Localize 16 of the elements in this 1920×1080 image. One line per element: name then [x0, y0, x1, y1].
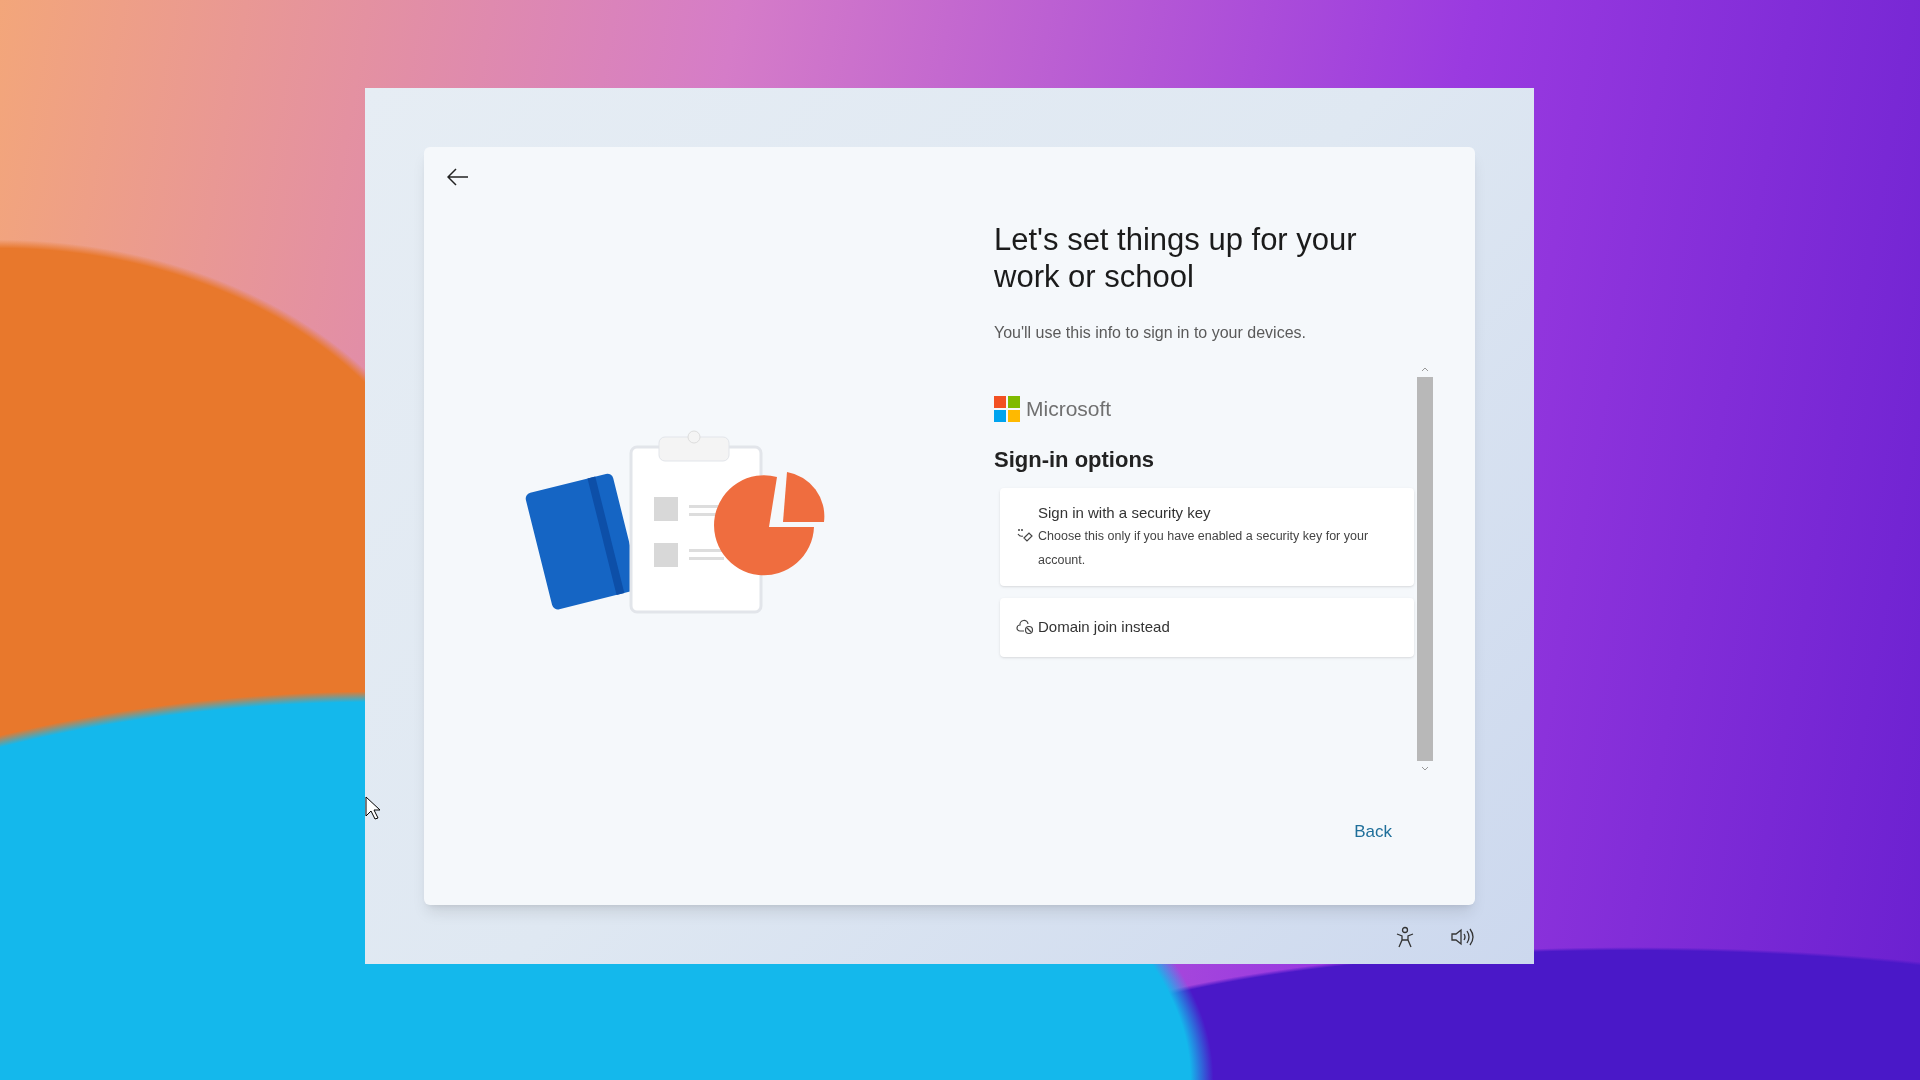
- accessibility-icon[interactable]: [1394, 926, 1416, 948]
- cloud-icon: [1016, 619, 1034, 636]
- option-title: Domain join instead: [1038, 617, 1170, 637]
- mouse-cursor-icon: [365, 796, 381, 820]
- sign-in-option[interactable]: Domain join instead: [1000, 598, 1414, 657]
- volume-icon[interactable]: [1450, 926, 1474, 948]
- microsoft-logo-icon: [994, 395, 1020, 422]
- sign-in-option[interactable]: Sign in with a security key Choose this only if you have enabled a security key for your account.: [1000, 487, 1414, 586]
- scrollbar-thumb[interactable]: [1417, 377, 1433, 761]
- page-subtitle: You'll use this info to sign in to your devices.: [994, 323, 1307, 343]
- back-button[interactable]: Back: [1342, 815, 1404, 849]
- page-heading: Let's set things up for your work or school: [994, 221, 1358, 295]
- option-title: Sign in with a security key: [1038, 502, 1212, 523]
- section-title: Sign-in options: [994, 445, 1156, 474]
- option-description: Choose this only if you have enabled a security key for your account.: [1038, 528, 1370, 569]
- brand-name: Microsoft: [1026, 396, 1112, 422]
